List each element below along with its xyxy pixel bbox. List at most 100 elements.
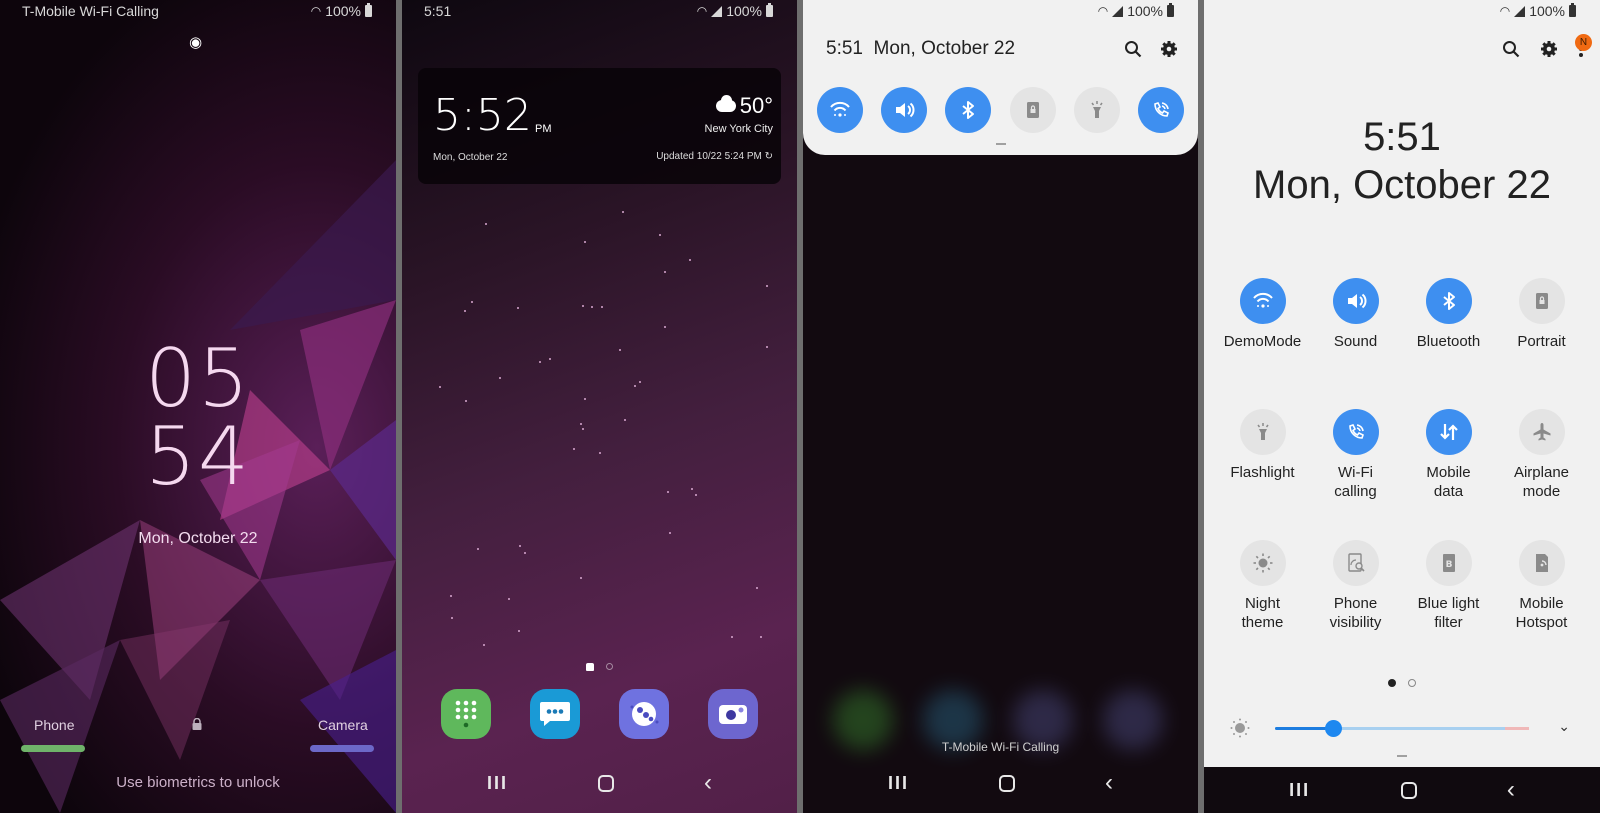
wifi-calling-icon	[1154, 102, 1169, 117]
status-bar: ◠ 100%	[1204, 0, 1600, 22]
brightness-thumb[interactable]	[1325, 720, 1343, 737]
page-dot[interactable]	[606, 663, 613, 670]
recents-button[interactable]: III	[1289, 780, 1310, 801]
quick-tile-button[interactable]	[1239, 540, 1286, 586]
battery-icon	[1167, 3, 1174, 17]
quick-tile-button[interactable]	[1332, 409, 1379, 455]
camera-shortcut[interactable]	[310, 745, 374, 752]
quick-tile-button[interactable]	[1425, 409, 1472, 455]
brightness-slider[interactable]	[1275, 720, 1529, 737]
quick-setting-sound[interactable]: Sound	[1309, 278, 1402, 379]
quick-setting-wi-fi-calling[interactable]: Wi-Fi calling	[1309, 409, 1402, 510]
quick-tile-label: Portrait	[1517, 333, 1566, 350]
quick-setting-mobile-hotspot[interactable]: Mobile Hotspot	[1495, 540, 1588, 641]
camera-app[interactable]	[707, 689, 758, 739]
quick-tile-portrait[interactable]	[1009, 87, 1056, 133]
phone-shortcut[interactable]	[21, 745, 85, 752]
refresh-icon[interactable]: ↻	[765, 151, 773, 162]
star-decoration	[584, 240, 587, 243]
quick-setting-demomode[interactable]: DemoMode	[1216, 278, 1309, 379]
quick-setting-night-theme[interactable]: Night theme	[1216, 540, 1309, 641]
search-icon[interactable]	[1124, 40, 1142, 58]
recents-button[interactable]: III	[888, 773, 909, 794]
page-dot-active[interactable]	[1388, 679, 1396, 687]
star-decoration	[639, 380, 642, 383]
gear-icon[interactable]	[1160, 40, 1178, 58]
flashlight-icon	[1091, 101, 1103, 118]
quick-tile-flashlight[interactable]	[1073, 87, 1120, 133]
quick-tile-button[interactable]	[1518, 278, 1565, 324]
message-bubble-icon	[540, 702, 571, 726]
bluetooth-icon	[962, 101, 975, 119]
quick-tile-button[interactable]	[1332, 540, 1379, 586]
star-decoration	[618, 348, 621, 351]
quick-tile-wi-fi-calling[interactable]	[1137, 87, 1184, 133]
quick-tile-button[interactable]: B	[1425, 540, 1472, 586]
more-options-button[interactable]: N	[1575, 34, 1592, 58]
carrier-label: T-Mobile Wi-Fi Calling	[22, 3, 159, 19]
quick-tile-label: Mobile Hotspot	[1515, 595, 1568, 631]
page-dot[interactable]	[1408, 679, 1416, 687]
star-decoration	[507, 597, 510, 600]
star-decoration	[477, 547, 480, 550]
lock-date: Mon, October 22	[138, 530, 258, 547]
quick-tile-bluetooth[interactable]	[945, 87, 992, 133]
carrier-label: T-Mobile Wi-Fi Calling	[941, 740, 1060, 754]
quick-setting-phone-visibility[interactable]: Phone visibility	[1309, 540, 1402, 641]
star-decoration	[634, 384, 637, 387]
quick-tile-button[interactable]	[1425, 278, 1472, 324]
recents-button[interactable]: III	[487, 773, 508, 794]
home-button[interactable]	[998, 774, 1015, 792]
quick-panel-clock: 5:51 Mon, October 22	[826, 38, 1015, 60]
widget-city: New York City	[704, 123, 773, 135]
quick-tile-label: Flashlight	[1230, 464, 1295, 481]
quick-setting-bluetooth[interactable]: Bluetooth	[1402, 278, 1495, 379]
quick-panel-date: Mon, October 22	[873, 38, 1016, 59]
quick-tile-sound[interactable]	[881, 87, 928, 133]
airplane-icon	[1533, 423, 1550, 441]
signal-icon	[1514, 5, 1526, 17]
internet-app[interactable]	[618, 689, 669, 739]
home-button[interactable]	[1400, 781, 1417, 799]
quick-tile-wi-fi[interactable]	[817, 87, 863, 133]
home-page-dot[interactable]	[586, 663, 594, 671]
back-button[interactable]: ‹	[704, 769, 712, 797]
wifi-icon: ◠	[696, 4, 708, 18]
quick-tile-button[interactable]	[1239, 278, 1286, 324]
home-button[interactable]	[597, 774, 614, 792]
gear-icon[interactable]	[1540, 40, 1558, 58]
drag-handle[interactable]	[1397, 755, 1407, 757]
quick-setting-portrait[interactable]: Portrait	[1495, 278, 1588, 379]
blue-light-icon: B	[1442, 554, 1455, 572]
star-decoration	[584, 397, 587, 400]
quick-tile-button[interactable]	[1239, 409, 1286, 455]
quick-tile-button[interactable]	[1518, 540, 1565, 586]
phone-app[interactable]	[441, 689, 492, 739]
widget-time: 5:52	[433, 90, 532, 141]
quick-tile-label: DemoMode	[1223, 333, 1302, 350]
quick-tile-button[interactable]	[1332, 278, 1379, 324]
quick-tile-button[interactable]	[1518, 409, 1565, 455]
star-decoration	[591, 306, 594, 309]
star-decoration	[667, 491, 670, 494]
mobile-data-icon	[1439, 424, 1458, 440]
star-decoration	[695, 493, 698, 496]
quick-setting-blue-light-filter[interactable]: B Blue light filter	[1402, 540, 1495, 641]
star-decoration	[450, 595, 453, 598]
search-icon[interactable]	[1502, 40, 1520, 58]
battery-percent: 100%	[1127, 3, 1163, 19]
star-decoration	[483, 643, 486, 646]
clock-weather-widget[interactable]: 5:52 PM Mon, October 22 50° New York Cit…	[418, 68, 781, 184]
battery-icon	[766, 3, 773, 17]
back-button[interactable]: ‹	[1105, 769, 1113, 797]
quick-setting-airplane-mode[interactable]: Airplane mode	[1495, 409, 1588, 510]
quick-setting-flashlight[interactable]: Flashlight	[1216, 409, 1309, 510]
quick-setting-mobile-data[interactable]: Mobile data	[1402, 409, 1495, 510]
star-decoration	[691, 488, 694, 491]
back-button[interactable]: ‹	[1507, 776, 1515, 804]
chevron-down-icon[interactable]: ⌄	[1558, 718, 1570, 735]
messages-app[interactable]	[530, 689, 581, 739]
eye-icon[interactable]: ◉	[189, 33, 202, 51]
home-screen-panel: 5:51 ◠ 100% 5:52 PM Mon, October 22 50° …	[402, 0, 797, 813]
drag-handle[interactable]	[995, 143, 1006, 145]
